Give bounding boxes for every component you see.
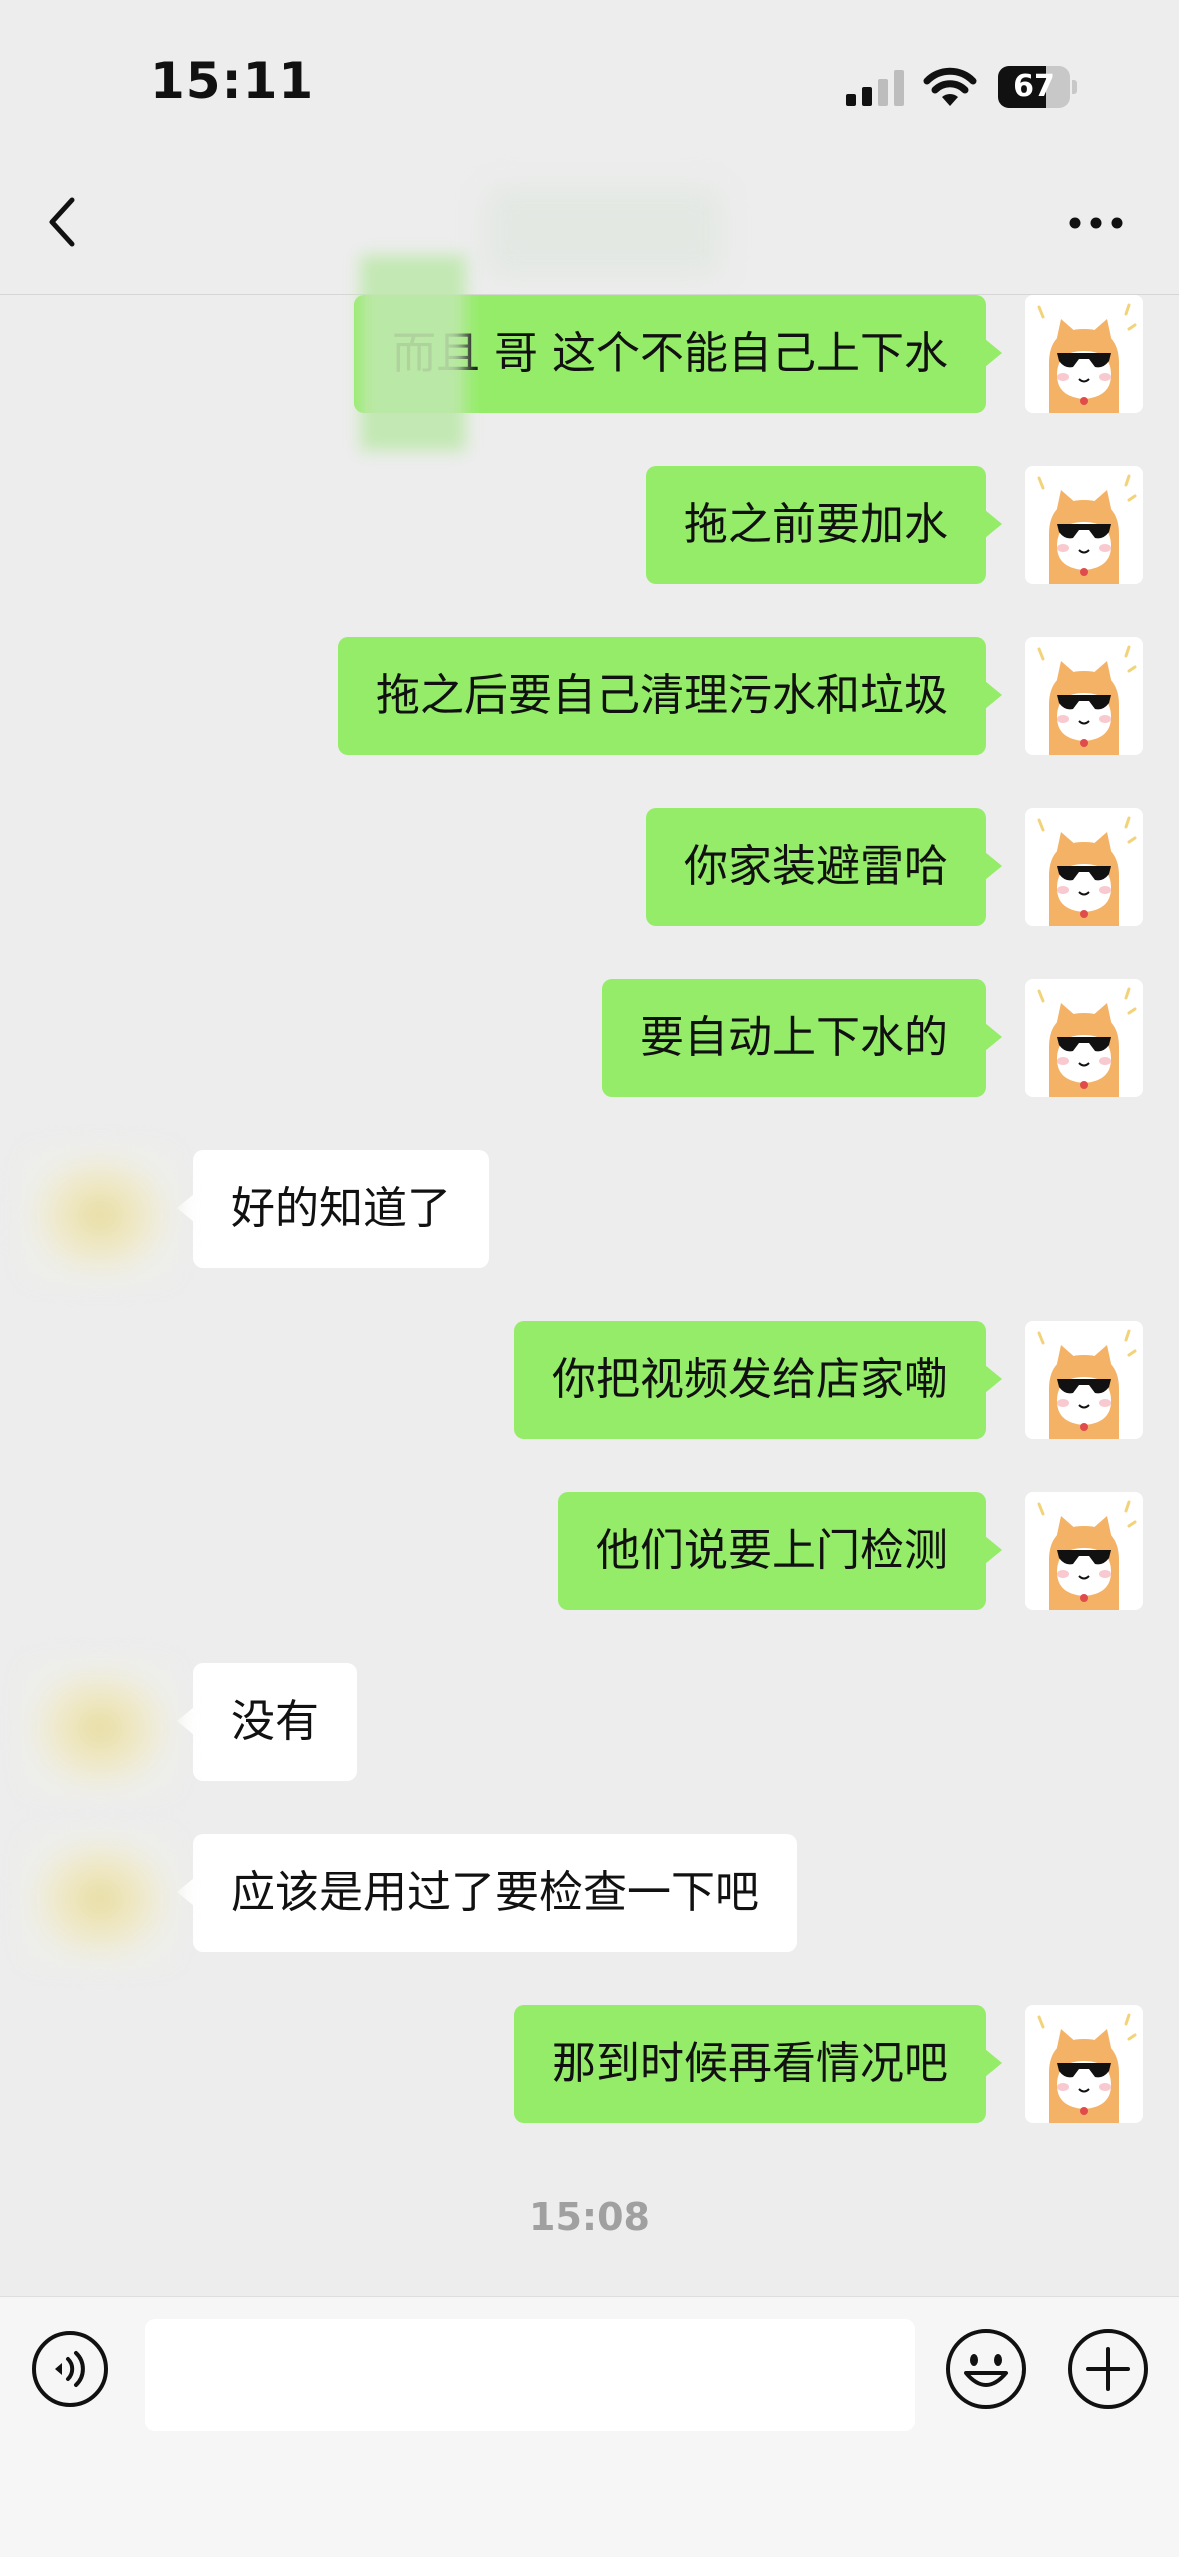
message-row: 他们说要上门检测 bbox=[0, 1492, 1179, 1612]
cat-avatar-icon bbox=[1025, 637, 1143, 755]
message-row: 要自动上下水的 bbox=[0, 979, 1179, 1099]
emoji-icon[interactable] bbox=[944, 2327, 1028, 2411]
message-row: 而且 哥 这个不能自己上下水 bbox=[0, 295, 1179, 415]
message-input[interactable] bbox=[145, 2319, 915, 2431]
contact-avatar[interactable] bbox=[20, 1145, 180, 1285]
contact-avatar[interactable] bbox=[20, 1829, 180, 1969]
incoming-message-bubble[interactable]: 应该是用过了要检查一下吧 bbox=[177, 1834, 797, 1952]
message-row: 你家装避雷哈 bbox=[0, 808, 1179, 928]
more-horizontal-icon[interactable] bbox=[1068, 216, 1124, 230]
message-row: 没有 bbox=[0, 1658, 1179, 1798]
contact-avatar[interactable] bbox=[20, 1658, 180, 1798]
message-timestamp: 15:08 bbox=[529, 2195, 650, 2239]
cat-avatar-icon bbox=[1025, 2005, 1143, 2123]
cat-avatar-icon bbox=[1025, 808, 1143, 926]
self-avatar[interactable] bbox=[1025, 808, 1143, 926]
battery-level: 67 bbox=[1013, 69, 1055, 104]
outgoing-message-bubble[interactable]: 那到时候再看情况吧 bbox=[514, 2005, 1002, 2123]
self-avatar[interactable] bbox=[1025, 637, 1143, 755]
redacted-name bbox=[360, 255, 466, 451]
plus-icon[interactable] bbox=[1066, 2327, 1150, 2411]
voice-icon[interactable] bbox=[30, 2329, 110, 2409]
wifi-icon bbox=[923, 67, 977, 106]
outgoing-message-bubble[interactable]: 拖之后要自己清理污水和垃圾 bbox=[338, 637, 1002, 755]
self-avatar[interactable] bbox=[1025, 466, 1143, 584]
outgoing-message-bubble[interactable]: 拖之前要加水 bbox=[646, 466, 1002, 584]
outgoing-message-bubble[interactable]: 你把视频发给店家嘞 bbox=[514, 1321, 1002, 1439]
message-row: 好的知道了 bbox=[0, 1145, 1179, 1285]
cat-avatar-icon bbox=[1025, 295, 1143, 413]
self-avatar[interactable] bbox=[1025, 1321, 1143, 1439]
incoming-message-bubble[interactable]: 好的知道了 bbox=[177, 1150, 489, 1268]
outgoing-message-bubble[interactable]: 他们说要上门检测 bbox=[558, 1492, 1002, 1610]
message-row: 拖之后要自己清理污水和垃圾 bbox=[0, 637, 1179, 757]
cellular-signal-icon bbox=[846, 70, 904, 106]
self-avatar[interactable] bbox=[1025, 979, 1143, 1097]
message-row: 拖之前要加水 bbox=[0, 466, 1179, 586]
battery-indicator: 67 bbox=[998, 66, 1077, 108]
chevron-left-icon[interactable] bbox=[40, 192, 90, 252]
message-row: 应该是用过了要检查一下吧 bbox=[0, 1829, 1179, 1969]
input-bar bbox=[0, 2296, 1179, 2557]
chat-header bbox=[0, 150, 1179, 295]
contact-name bbox=[485, 188, 721, 276]
cat-avatar-icon bbox=[1025, 1492, 1143, 1610]
cat-avatar-icon bbox=[1025, 1321, 1143, 1439]
message-row: 你把视频发给店家嘞 bbox=[0, 1321, 1179, 1441]
message-row: 那到时候再看情况吧 bbox=[0, 2005, 1179, 2125]
self-avatar[interactable] bbox=[1025, 295, 1143, 413]
cat-avatar-icon bbox=[1025, 979, 1143, 1097]
incoming-message-bubble[interactable]: 没有 bbox=[177, 1663, 357, 1781]
message-list[interactable]: 而且 哥 这个不能自己上下水 拖之前要加水 拖之后要自己清理污水和垃圾 你家装避… bbox=[0, 295, 1179, 2290]
outgoing-message-bubble[interactable]: 要自动上下水的 bbox=[602, 979, 1002, 1097]
self-avatar[interactable] bbox=[1025, 2005, 1143, 2123]
status-time: 15:11 bbox=[150, 52, 315, 110]
status-bar: 15:11 67 bbox=[0, 0, 1179, 150]
outgoing-message-bubble[interactable]: 你家装避雷哈 bbox=[646, 808, 1002, 926]
cat-avatar-icon bbox=[1025, 466, 1143, 584]
self-avatar[interactable] bbox=[1025, 1492, 1143, 1610]
